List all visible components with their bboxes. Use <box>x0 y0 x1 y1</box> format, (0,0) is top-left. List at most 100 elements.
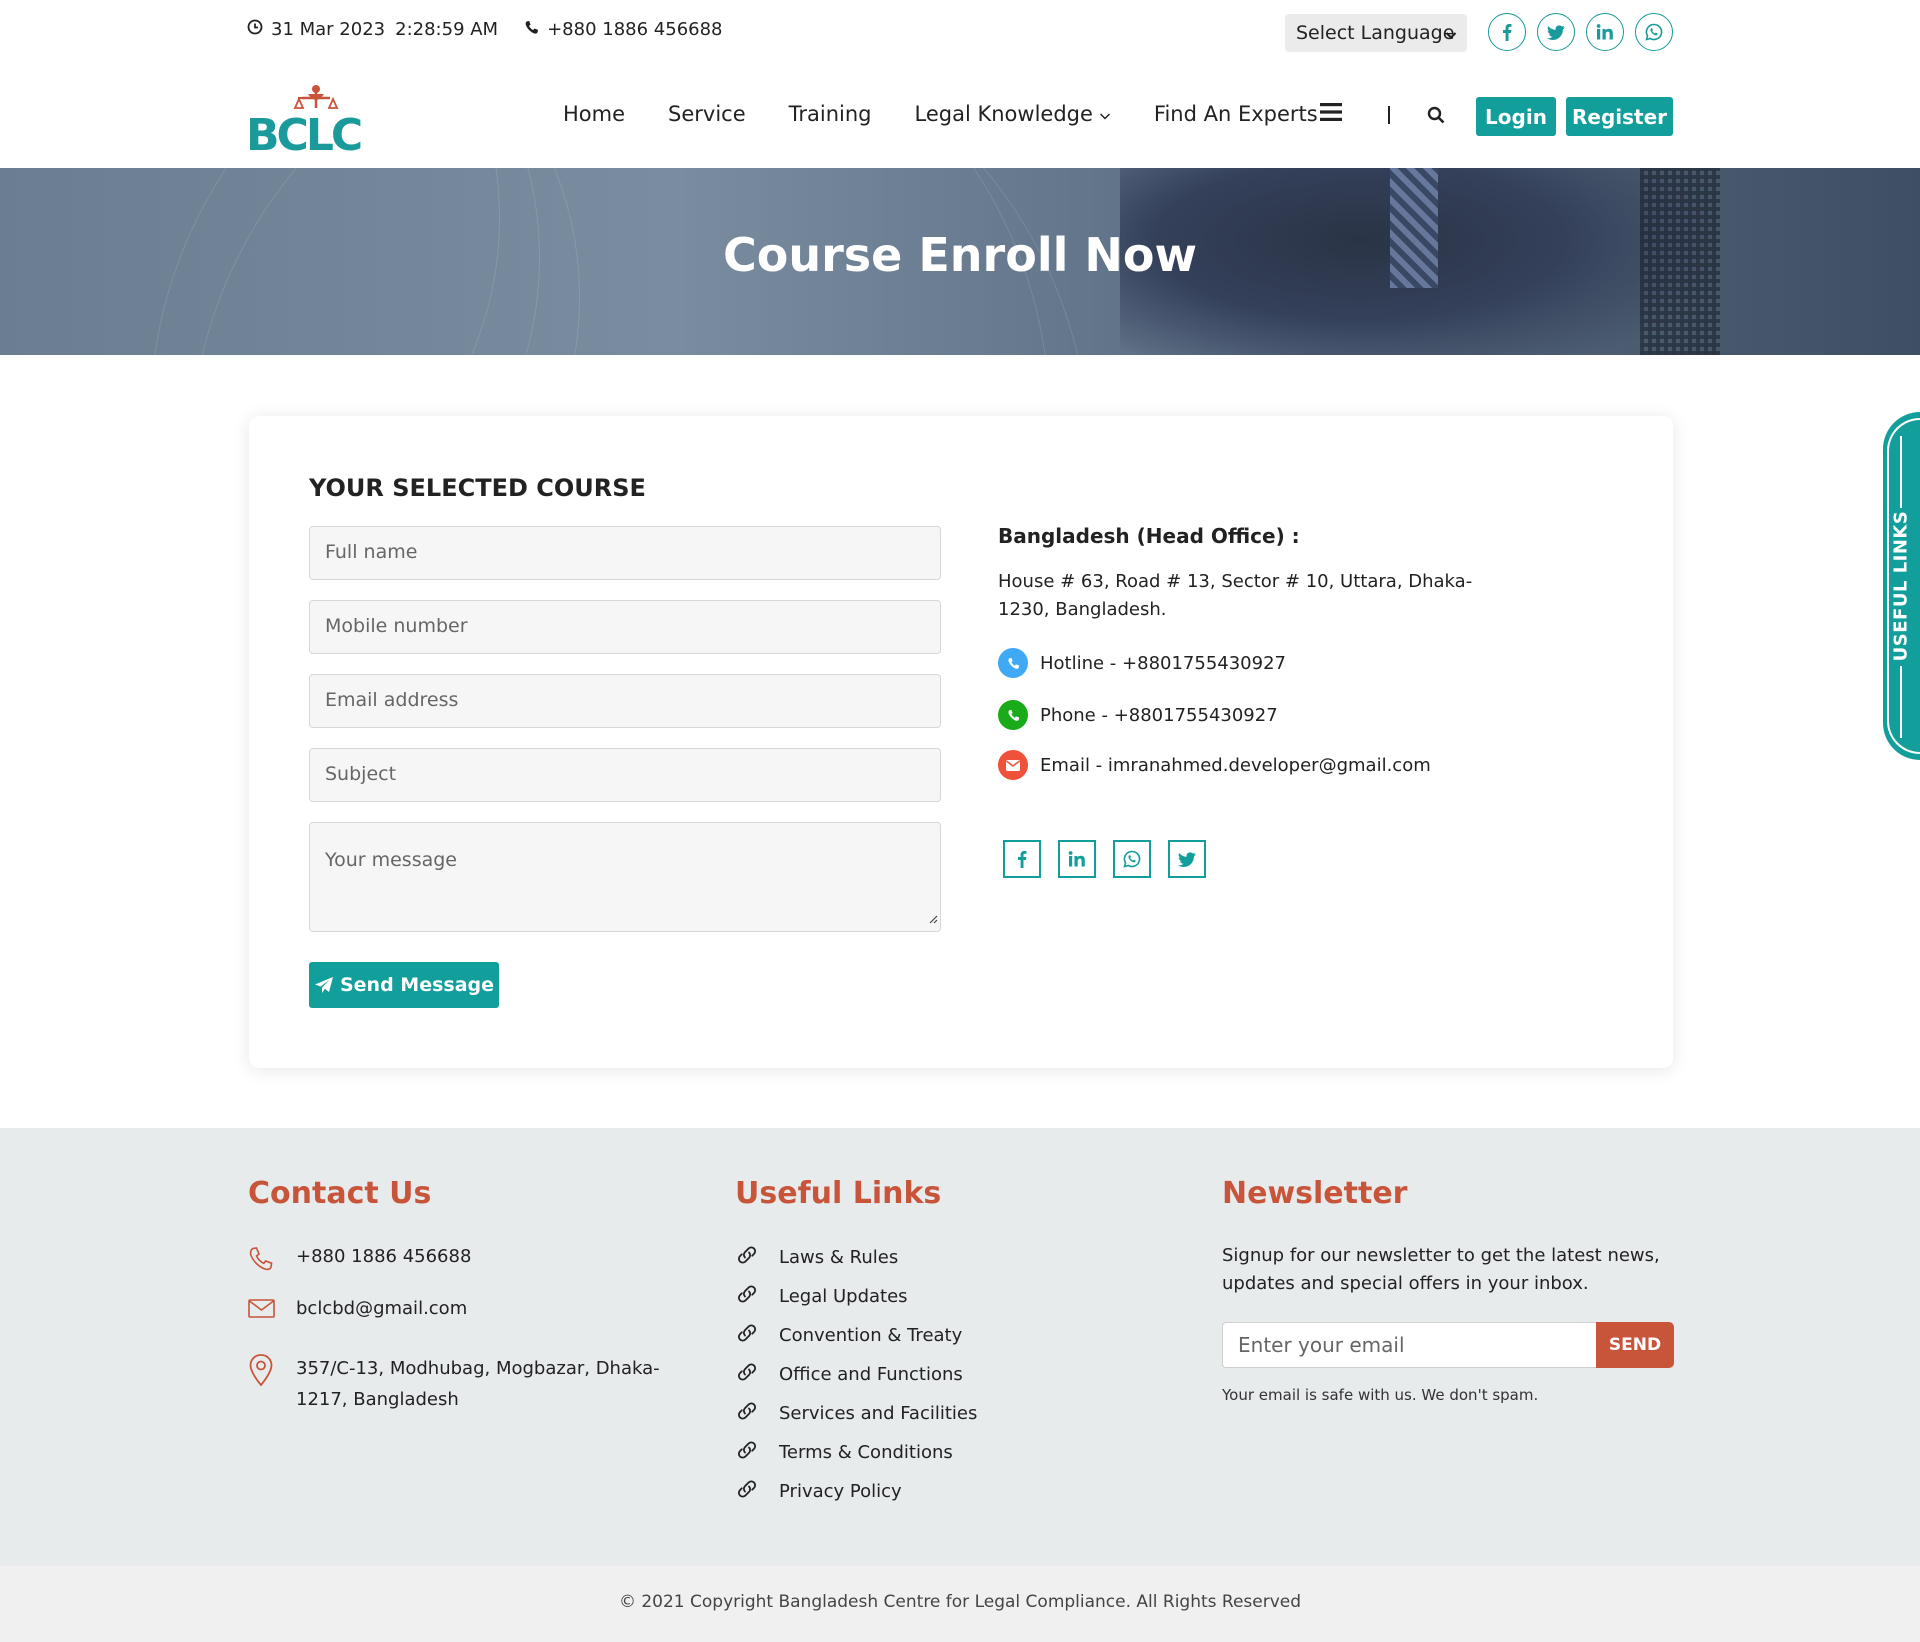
footer-email: bclcbd@gmail.com <box>296 1298 468 1319</box>
page-title: Course Enroll Now <box>723 228 1197 282</box>
current-time: 2:28:59 AM <box>395 19 499 40</box>
footer-address: 357/C-13, Modhubag, Mogbazar, Dhaka-1217… <box>296 1358 660 1410</box>
linkedin-icon[interactable] <box>1058 840 1096 878</box>
side-tab-line <box>1900 666 1902 738</box>
nav-item-home[interactable]: Home <box>563 102 625 126</box>
login-button[interactable]: Login <box>1476 97 1556 136</box>
message-textarea[interactable]: Your message <box>309 822 941 932</box>
footer-link-item[interactable]: Privacy Policy <box>734 1478 902 1505</box>
hotline-row[interactable]: Hotline - +8801755430927 <box>998 648 1286 678</box>
side-tab-label: USEFUL LINKS <box>1890 510 1912 662</box>
footer-newsletter-title: Newsletter <box>1222 1176 1408 1211</box>
footer-link-item[interactable]: Services and Facilities <box>734 1400 977 1427</box>
footer-phone-row[interactable]: +880 1886 456688 <box>248 1246 471 1277</box>
full-name-placeholder: Full name <box>325 541 418 563</box>
twitter-icon[interactable] <box>1168 840 1206 878</box>
office-title: Bangladesh (Head Office) : <box>998 524 1300 548</box>
language-select[interactable]: Select Language <box>1285 14 1467 52</box>
nav-item-label: Find An Experts <box>1153 102 1318 126</box>
top-phone-number: +880 1886 456688 <box>547 19 723 40</box>
form-heading: YOUR SELECTED COURSE <box>309 474 646 502</box>
link-icon <box>734 1478 779 1505</box>
email-placeholder: Email address <box>325 689 459 711</box>
chevron-down-icon <box>1099 102 1111 126</box>
svg-text:BCLC: BCLC <box>246 110 361 152</box>
top-social-links <box>1488 13 1684 51</box>
chevron-down-icon <box>1445 25 1457 47</box>
copyright-text: © 2021 Copyright Bangladesh Centre for L… <box>618 1592 1302 1612</box>
link-icon <box>734 1400 779 1427</box>
footer-link-label: Privacy Policy <box>779 1481 902 1502</box>
enroll-card: YOUR SELECTED COURSE Full name Mobile nu… <box>249 416 1673 1068</box>
resize-handle-icon[interactable] <box>928 907 938 929</box>
phone-icon <box>998 648 1028 678</box>
footer-contact-title: Contact Us <box>248 1176 432 1211</box>
nav-menu: Home Service Training Legal Knowledge Fi… <box>563 102 1361 126</box>
mobile-number-placeholder: Mobile number <box>325 615 468 637</box>
link-icon <box>734 1283 779 1310</box>
link-icon <box>734 1361 779 1388</box>
whatsapp-icon[interactable] <box>1635 13 1673 51</box>
subject-placeholder: Subject <box>325 763 397 785</box>
location-pin-icon <box>248 1353 296 1415</box>
top-phone[interactable]: +880 1886 456688 <box>524 19 723 40</box>
useful-links-side-tab[interactable]: USEFUL LINKS <box>1883 412 1920 760</box>
footer-phone: +880 1886 456688 <box>296 1246 472 1267</box>
nav-item-legal-knowledge[interactable]: Legal Knowledge <box>915 102 1111 126</box>
card-social-links <box>1003 840 1223 878</box>
whatsapp-icon[interactable] <box>1113 840 1151 878</box>
envelope-icon <box>998 750 1028 780</box>
footer-link-label: Laws & Rules <box>779 1247 899 1268</box>
link-icon <box>734 1439 779 1466</box>
newsletter-note: Your email is safe with us. We don't spa… <box>1222 1386 1539 1404</box>
link-icon <box>734 1244 779 1271</box>
footer-link-label: Office and Functions <box>779 1364 963 1385</box>
footer-link-item[interactable]: Office and Functions <box>734 1361 963 1388</box>
nav-item-label: Home <box>563 102 626 126</box>
linkedin-icon[interactable] <box>1586 13 1624 51</box>
menu-icon[interactable] <box>1320 102 1342 126</box>
send-message-button[interactable]: Send Message <box>309 962 499 1008</box>
current-date: 31 Mar 2023 <box>271 19 386 40</box>
site-logo[interactable]: BCLC <box>246 82 364 161</box>
subject-input[interactable]: Subject <box>309 748 941 802</box>
twitter-icon[interactable] <box>1537 13 1575 51</box>
facebook-icon[interactable] <box>1488 13 1526 51</box>
register-button[interactable]: Register <box>1566 97 1673 136</box>
footer-link-item[interactable]: Laws & Rules <box>734 1244 898 1271</box>
nav-item-find-experts[interactable]: Find An Experts <box>1154 102 1318 126</box>
email-input[interactable]: Email address <box>309 674 941 728</box>
link-icon <box>734 1322 779 1349</box>
copyright-bar: © 2021 Copyright Bangladesh Centre for L… <box>0 1566 1920 1642</box>
hotline-text: Hotline - +8801755430927 <box>1040 652 1286 674</box>
message-placeholder: Your message <box>325 849 457 871</box>
clock-icon <box>247 19 263 40</box>
search-icon[interactable] <box>1427 106 1445 128</box>
footer-address-row: 357/C-13, Modhubag, Mogbazar, Dhaka-1217… <box>248 1353 678 1415</box>
footer-email-row[interactable]: bclcbd@gmail.com <box>248 1298 467 1325</box>
full-name-input[interactable]: Full name <box>309 526 941 580</box>
language-select-value: Select Language <box>1296 22 1455 44</box>
newsletter-send-button[interactable]: SEND <box>1596 1322 1674 1368</box>
paper-plane-icon <box>314 977 333 993</box>
email-row[interactable]: Email - imranahmed.developer@gmail.com <box>998 750 1431 780</box>
footer-links-title: Useful Links <box>735 1176 942 1211</box>
envelope-icon <box>248 1298 296 1325</box>
side-tab-line <box>1900 436 1902 508</box>
nav-divider <box>1388 106 1390 124</box>
main-navbar: BCLC Home Service Training Legal Knowled… <box>0 62 1920 168</box>
facebook-icon[interactable] <box>1003 840 1041 878</box>
top-bar-info: 31 Mar 2023 2:28:59 AM +880 1886 456688 <box>247 19 723 40</box>
mobile-number-input[interactable]: Mobile number <box>309 600 941 654</box>
footer-link-item[interactable]: Terms & Conditions <box>734 1439 953 1466</box>
phone-row[interactable]: Phone - +8801755430927 <box>998 700 1278 730</box>
nav-item-service[interactable]: Service <box>668 102 746 126</box>
nav-item-training[interactable]: Training <box>789 102 872 126</box>
footer-link-label: Legal Updates <box>779 1286 908 1307</box>
footer-link-item[interactable]: Convention & Treaty <box>734 1322 962 1349</box>
office-address: House # 63, Road # 13, Sector # 10, Utta… <box>998 571 1473 620</box>
nav-item-label: Legal Knowledge <box>914 102 1093 126</box>
footer-link-item[interactable]: Legal Updates <box>734 1283 908 1310</box>
nav-item-label: Training <box>788 102 872 126</box>
newsletter-email-input[interactable]: Enter your email <box>1222 1322 1596 1368</box>
